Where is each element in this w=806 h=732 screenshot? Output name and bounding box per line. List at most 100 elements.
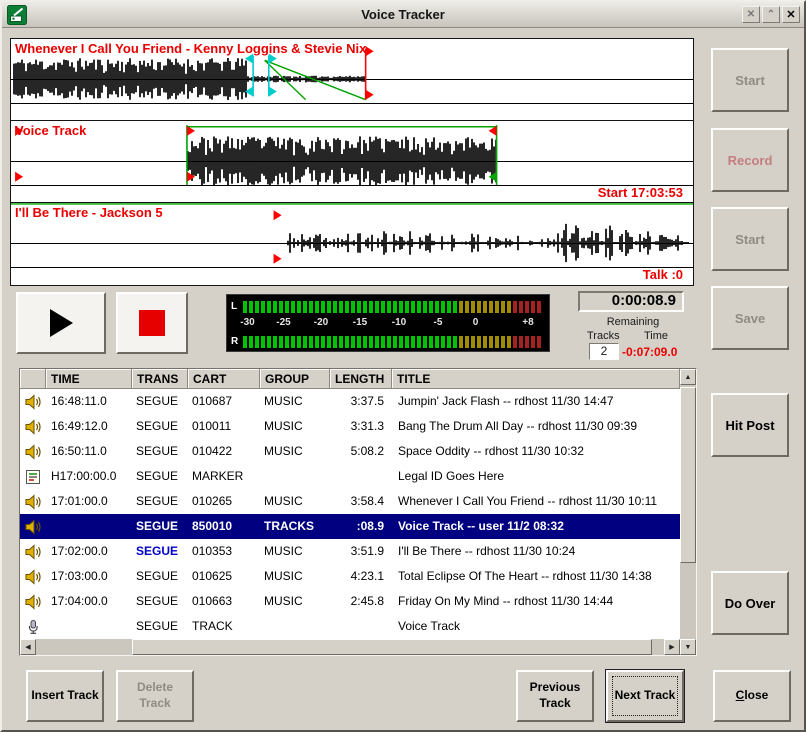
do-over-button[interactable]: Do Over <box>711 571 789 635</box>
horizontal-scroll-track[interactable] <box>36 639 664 655</box>
speaker-icon <box>20 489 46 514</box>
horizontal-scrollbar[interactable]: ◀ ▶ <box>20 639 680 655</box>
save-button[interactable]: Save <box>711 286 789 350</box>
track-title: Whenever I Call You Friend - Kenny Loggi… <box>15 41 366 56</box>
play-icon <box>48 308 74 338</box>
cell-time: H17:00:00.0 <box>46 464 132 489</box>
cell-time: 16:48:11.0 <box>46 389 132 414</box>
log-row[interactable]: 17:01:00.0SEGUE010265MUSIC3:58.4Whenever… <box>20 489 680 514</box>
meter-scale-label: -30 <box>240 317 254 328</box>
close-button[interactable]: Close <box>713 670 791 722</box>
track-title: I'll Be There - Jackson 5 <box>15 205 163 220</box>
meter-channel-label: L <box>231 301 243 312</box>
record-button[interactable]: Record <box>711 128 789 192</box>
cell-cart: 010011 <box>188 414 260 439</box>
level-meter: L -30-25-20-15-10-50+8 R <box>226 294 550 352</box>
waveform-track-3[interactable]: I'll Be There - Jackson 5 Talk :0 <box>11 203 693 285</box>
track-annotation: Talk :0 <box>643 267 683 282</box>
log-row[interactable]: 17:03:00.0SEGUE010625MUSIC4:23.1Total Ec… <box>20 564 680 589</box>
column-header-time[interactable]: TIME <box>46 369 132 389</box>
cell-cart: 010663 <box>188 589 260 614</box>
insert-track-button[interactable]: Insert Track <box>26 670 104 722</box>
waveform-panel: Whenever I Call You Friend - Kenny Loggi… <box>10 38 694 286</box>
stop-button[interactable] <box>116 292 188 354</box>
cell-length: 3:31.3 <box>330 414 392 439</box>
horizontal-scroll-thumb[interactable] <box>132 639 652 655</box>
log-row[interactable]: 16:49:12.0SEGUE010011MUSIC3:31.3Bang The… <box>20 414 680 439</box>
titlebar[interactable]: Voice Tracker ✕⌃✕ <box>2 2 804 28</box>
scroll-down-button[interactable]: ▼ <box>680 639 696 655</box>
cell-time <box>46 614 132 639</box>
cell-group: MUSIC <box>260 389 330 414</box>
cell-trans: SEGUE <box>132 564 188 589</box>
track-annotation: Start 17:03:53 <box>598 185 683 200</box>
scroll-left-button[interactable]: ◀ <box>20 639 36 655</box>
column-header-length[interactable]: LENGTH <box>330 369 392 389</box>
meter-scale-label: -10 <box>392 317 406 328</box>
time-remaining-value: -0:07:09.0 <box>622 345 677 359</box>
cell-title: Jumpin' Jack Flash -- rdhost 11/30 14:47 <box>392 389 680 414</box>
log-row[interactable]: 17:04:00.0SEGUE010663MUSIC2:45.8Friday O… <box>20 589 680 614</box>
marker-icon <box>20 464 46 489</box>
side-button-column: Start Record Start Save Hit Post Do Over <box>711 2 789 702</box>
cell-title: Legal ID Goes Here <box>392 464 680 489</box>
vertical-scrollbar[interactable]: ▲ ▼ <box>680 369 696 655</box>
log-row[interactable]: 16:50:11.0SEGUE010422MUSIC5:08.2Space Od… <box>20 439 680 464</box>
cell-group: MUSIC <box>260 564 330 589</box>
cell-length <box>330 614 392 639</box>
start-track3-button[interactable]: Start <box>711 207 789 271</box>
voice-tracker-window: Voice Tracker ✕⌃✕ Whenever I Call You Fr… <box>0 0 806 732</box>
speaker-icon <box>20 589 46 614</box>
vertical-scroll-thumb[interactable] <box>680 387 696 563</box>
log-row[interactable]: H17:00:00.0SEGUEMARKERLegal ID Goes Here <box>20 464 680 489</box>
cell-cart: MARKER <box>188 464 260 489</box>
cell-title: Space Oddity -- rdhost 11/30 10:32 <box>392 439 680 464</box>
column-header-cart[interactable]: CART <box>188 369 260 389</box>
next-track-button[interactable]: Next Track <box>606 670 684 722</box>
speaker-icon <box>20 514 46 539</box>
log-row[interactable]: 17:02:00.0SEGUE010353MUSIC3:51.9I'll Be … <box>20 539 680 564</box>
speaker-icon <box>20 539 46 564</box>
cell-length: 3:58.4 <box>330 489 392 514</box>
column-header-trans[interactable]: TRANS <box>132 369 188 389</box>
column-header-group[interactable]: GROUP <box>260 369 330 389</box>
cell-cart: 010687 <box>188 389 260 414</box>
vertical-scroll-track[interactable] <box>680 385 696 639</box>
log-row[interactable]: 16:48:11.0SEGUE010687MUSIC3:37.5Jumpin' … <box>20 389 680 414</box>
log-row[interactable]: SEGUE850010TRACKS:08.9Voice Track -- use… <box>20 514 680 539</box>
column-header-title[interactable]: TITLE <box>392 369 680 389</box>
cell-length <box>330 464 392 489</box>
meter-scale-label: -5 <box>434 317 443 328</box>
waveform-canvas <box>11 121 693 203</box>
scroll-up-button[interactable]: ▲ <box>680 369 696 385</box>
waveform-track-1[interactable]: Whenever I Call You Friend - Kenny Loggi… <box>11 39 693 121</box>
start-track1-button[interactable]: Start <box>711 48 789 112</box>
waveform-track-2[interactable]: Voice TrackStart 17:03:53 <box>11 121 693 203</box>
cell-group: MUSIC <box>260 414 330 439</box>
delete-track-button[interactable]: Delete Track <box>116 670 194 722</box>
meter-scale: -30-25-20-15-10-50+8 <box>243 316 543 331</box>
scroll-right-button[interactable]: ▶ <box>664 639 680 655</box>
cell-group <box>260 464 330 489</box>
cell-trans: SEGUE <box>132 489 188 514</box>
meter-channel-label: R <box>231 336 243 347</box>
stop-icon <box>138 309 166 337</box>
speaker-icon <box>20 564 46 589</box>
cell-group <box>260 614 330 639</box>
play-button[interactable] <box>16 292 106 354</box>
cell-time: 17:04:00.0 <box>46 589 132 614</box>
cell-cart: 010625 <box>188 564 260 589</box>
cell-title: Voice Track <box>392 614 680 639</box>
column-header-icon[interactable] <box>20 369 46 389</box>
cell-trans: SEGUE <box>132 389 188 414</box>
cell-title: I'll Be There -- rdhost 11/30 10:24 <box>392 539 680 564</box>
log-row[interactable]: SEGUETRACKVoice Track <box>20 614 680 639</box>
log-table-body: 16:48:11.0SEGUE010687MUSIC3:37.5Jumpin' … <box>20 389 680 639</box>
hit-post-button[interactable]: Hit Post <box>711 393 789 457</box>
cell-length: 2:45.8 <box>330 589 392 614</box>
microphone-icon <box>20 614 46 639</box>
elapsed-time-display: 0:00:08.9 <box>578 291 684 312</box>
cell-length: 3:37.5 <box>330 389 392 414</box>
previous-track-button[interactable]: Previous Track <box>516 670 594 722</box>
remaining-heading: Remaining <box>574 316 692 328</box>
